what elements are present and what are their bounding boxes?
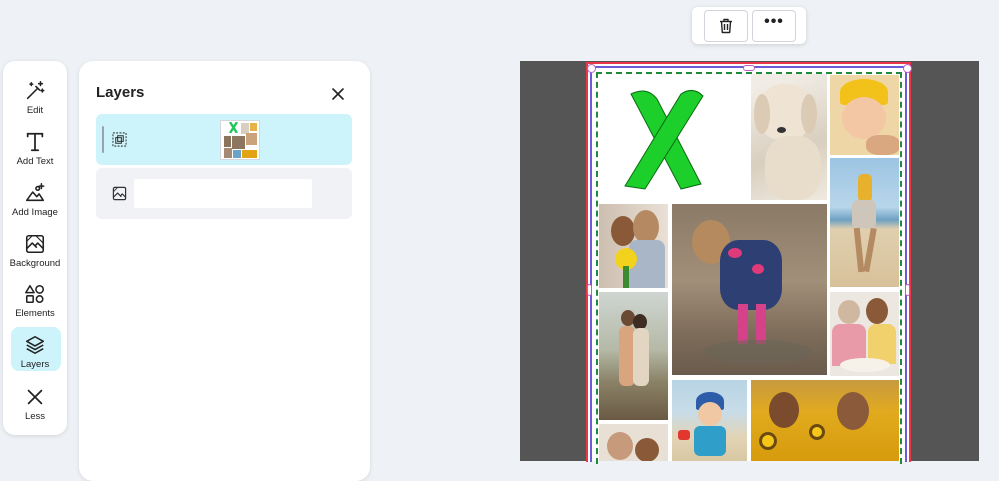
group-icon <box>112 132 127 147</box>
panel-title: Layers <box>96 84 145 101</box>
toolbar-add-text-label: Add Text <box>16 156 54 167</box>
layers-panel: Layers <box>79 61 370 481</box>
resize-handle-left[interactable] <box>587 284 592 296</box>
left-toolbar: Edit Add Text Add Image Background Eleme… <box>3 61 67 435</box>
shapes-icon <box>25 284 45 304</box>
close-icon[interactable] <box>329 85 347 103</box>
resize-handle-top[interactable] <box>743 65 755 71</box>
resize-handle-top-right[interactable] <box>903 64 912 73</box>
close-x-icon <box>27 389 43 405</box>
toolbar-add-image-label: Add Image <box>12 207 58 218</box>
toolbar-background-button[interactable]: Background <box>3 230 67 276</box>
layer-name-field[interactable] <box>134 179 312 208</box>
image-icon <box>112 186 127 201</box>
layer-row-image[interactable] <box>96 168 352 219</box>
toolbar-elements-button[interactable]: Elements <box>3 280 67 326</box>
trash-icon <box>720 18 732 34</box>
toolbar-less-label: Less <box>24 411 46 422</box>
toolbar-elements-label: Elements <box>15 308 55 319</box>
magic-wand-icon <box>26 81 45 100</box>
floating-toolbar: ••• <box>692 7 806 44</box>
group-dashed-outline <box>596 72 902 464</box>
layer-row-group[interactable] <box>96 114 352 165</box>
toolbar-layers-label: Layers <box>20 359 50 370</box>
toolbar-edit-button[interactable]: Edit <box>3 77 67 123</box>
resize-handle-right[interactable] <box>905 284 910 296</box>
layer-thumbnail <box>221 121 259 159</box>
toolbar-add-text-button[interactable]: Add Text <box>3 128 67 174</box>
background-icon <box>25 234 45 254</box>
drag-handle[interactable] <box>102 126 104 153</box>
toolbar-layers-button[interactable]: Layers <box>3 327 67 377</box>
text-t-icon <box>26 132 44 152</box>
toolbar-background-label: Background <box>9 258 61 269</box>
more-options-button[interactable]: ••• <box>752 10 796 42</box>
layers-icon <box>25 335 45 355</box>
toolbar-edit-label: Edit <box>26 105 44 116</box>
toolbar-less-button[interactable]: Less <box>3 383 67 429</box>
delete-button[interactable] <box>704 10 748 42</box>
toolbar-add-image-button[interactable]: Add Image <box>3 179 67 225</box>
add-image-icon <box>25 183 45 202</box>
more-horizontal-icon: ••• <box>764 13 784 30</box>
resize-handle-top-left[interactable] <box>587 64 596 73</box>
